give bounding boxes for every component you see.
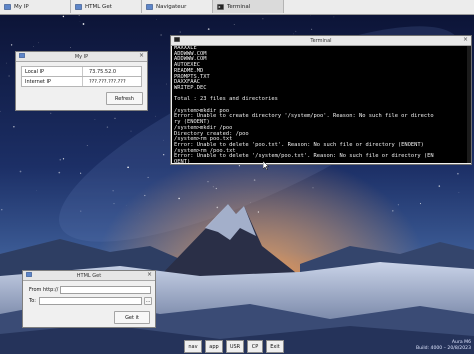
taskbar-item-label: HTML Get: [85, 3, 112, 10]
taskbar-item-my-ip[interactable]: My IP: [0, 0, 71, 13]
close-icon[interactable]: ×: [139, 52, 144, 59]
dock: nav app USR CP Exit: [184, 340, 284, 353]
from-label: From http://: [29, 287, 59, 293]
terminal-icon: [174, 37, 180, 44]
my-ip-window: My IP × Local IP 73.75.52.0 Internet IP …: [15, 51, 148, 111]
local-ip-label: Local IP: [25, 69, 45, 75]
taskbar-item-label: Navigateur: [156, 3, 187, 10]
html-get-titlebar[interactable]: HTML Get ×: [23, 271, 155, 281]
globe-icon: [146, 3, 153, 10]
taskbar-item-label: Terminal: [227, 3, 251, 10]
refresh-button[interactable]: Refresh: [106, 92, 143, 105]
terminal-icon: [217, 3, 224, 10]
browse-button[interactable]: ...: [144, 297, 152, 305]
window-title: My IP: [74, 53, 89, 60]
close-icon[interactable]: ×: [463, 36, 468, 43]
to-label: To:: [29, 298, 36, 304]
dock-button-usr[interactable]: USR: [226, 340, 244, 353]
terminal-line: OENT): [174, 159, 191, 163]
dock-button-nav[interactable]: nav: [184, 340, 202, 353]
internet-ip-value: ???.???.???.???: [89, 79, 126, 85]
dock-button-app[interactable]: app: [205, 340, 223, 353]
terminal-output[interactable]: MAXXXLE ADDWWW.COM ADDWWW.COM AUTOEXEC READM…: [172, 46, 470, 163]
dock-button-cp[interactable]: CP: [247, 340, 263, 353]
terminal-window: Terminal × MAXXXLE ADDWWW.COM ADDWWW.COM AU…: [170, 35, 472, 165]
taskbar: My IP HTML Get Navigateur Terminal: [0, 0, 474, 15]
internet-ip-label: Internet IP: [25, 79, 51, 85]
from-url-input[interactable]: [60, 286, 151, 294]
taskbar-item-html-get[interactable]: HTML Get: [71, 0, 142, 13]
taskbar-item-terminal[interactable]: Terminal: [213, 0, 284, 13]
get-it-button[interactable]: Get it: [114, 311, 150, 324]
system-info: Aura M6 Build: 4000 – 20/8/2023: [416, 340, 471, 352]
window-title: Terminal: [310, 37, 332, 44]
window-title: HTML Get: [76, 272, 102, 279]
dock-button-exit[interactable]: Exit: [266, 340, 284, 353]
internet-ip-row: Internet IP ???.???.???.???: [21, 76, 142, 87]
mouse-cursor-icon: [263, 161, 269, 170]
taskbar-item-navigateur[interactable]: Navigateur: [142, 0, 213, 13]
html-get-window: HTML Get × From http:// To: ... Get it: [22, 270, 156, 328]
to-path-input[interactable]: [39, 297, 142, 305]
terminal-line: Error: Unable to create directory '/syst…: [174, 113, 434, 120]
globe-icon: [75, 3, 82, 10]
build-info: Build: 4000 – 20/8/2023: [415, 346, 471, 351]
globe-icon: [4, 3, 11, 10]
window-icon: [19, 53, 25, 60]
terminal-titlebar[interactable]: Terminal ×: [171, 36, 471, 46]
taskbar-item-label: My IP: [14, 3, 29, 10]
window-icon: [26, 272, 32, 279]
my-ip-titlebar[interactable]: My IP ×: [16, 52, 147, 62]
close-icon[interactable]: ×: [147, 271, 152, 278]
terminal-scrollbar[interactable]: [467, 46, 471, 163]
terminal-line: Error: Unable to delete '/system/poo.txt…: [174, 153, 434, 160]
local-ip-value: 73.75.52.0: [89, 69, 117, 75]
